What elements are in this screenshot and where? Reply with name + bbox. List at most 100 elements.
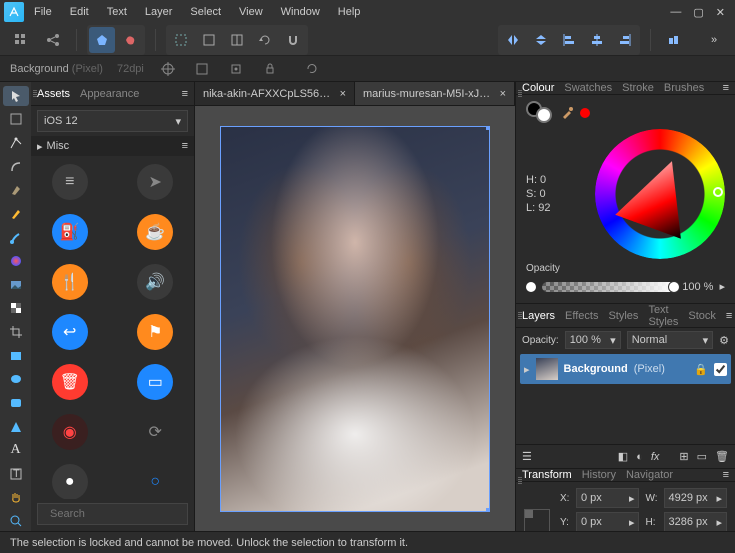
corner-tool[interactable] — [3, 157, 29, 177]
menu-view[interactable]: View — [239, 6, 263, 18]
grip-icon[interactable] — [518, 90, 522, 98]
resize-corner-icon[interactable] — [192, 59, 212, 79]
align-right-icon[interactable] — [612, 27, 638, 53]
doc-tab-2[interactable]: marius-muresan-M5I-xJeD1Z… × — [355, 82, 515, 105]
align-center-icon[interactable] — [584, 27, 610, 53]
flip-vertical-icon[interactable] — [528, 27, 554, 53]
panel-menu-icon[interactable]: ≡ — [726, 310, 732, 322]
tab-transform[interactable]: Transform — [522, 469, 572, 481]
hamburger-icon[interactable]: ≡ — [52, 164, 88, 200]
layer-row[interactable]: ▸ Background (Pixel) 🔒 — [520, 354, 731, 384]
text-tool[interactable]: A — [3, 440, 29, 460]
add-layer-icon[interactable]: ⊞ — [679, 450, 688, 463]
eyedropper-icon[interactable] — [560, 106, 574, 120]
fx-icon[interactable]: fx — [651, 451, 660, 463]
fill-tool[interactable] — [3, 251, 29, 271]
fuel-icon[interactable]: ⛽ — [52, 214, 88, 250]
section-menu-icon[interactable]: ≡ — [182, 140, 188, 152]
opacity-stepper-icon[interactable]: ▸ — [719, 280, 725, 293]
pencil-tool[interactable] — [3, 204, 29, 224]
dot-small-icon[interactable]: ○ — [137, 464, 173, 499]
archive-icon[interactable]: ▭ — [137, 364, 173, 400]
zoom-tool[interactable] — [3, 511, 29, 531]
grip-icon[interactable] — [33, 90, 37, 98]
adjustment-icon[interactable]: ◐ — [636, 451, 643, 463]
close-tab-icon[interactable]: × — [340, 88, 346, 100]
selection-handle[interactable] — [486, 508, 490, 512]
tab-brushes[interactable]: Brushes — [664, 82, 704, 94]
close-tab-icon[interactable]: × — [500, 88, 506, 100]
crop-tool[interactable] — [3, 322, 29, 342]
doc-tab-1[interactable]: nika-akin-AFXXCpLS56Q-uns… × — [195, 82, 355, 105]
tab-navigator[interactable]: Navigator — [626, 469, 673, 481]
arrange-icon[interactable] — [661, 27, 687, 53]
pen-tool[interactable] — [3, 181, 29, 201]
tab-swatches[interactable]: Swatches — [564, 82, 612, 94]
dot-large-icon[interactable]: ● — [52, 464, 88, 499]
rounded-rect-tool[interactable] — [3, 393, 29, 413]
transparency-tool[interactable] — [3, 299, 29, 319]
viewport[interactable] — [195, 106, 515, 531]
tab-text-styles[interactable]: Text Styles — [648, 304, 678, 328]
share-icon[interactable] — [40, 27, 66, 53]
tab-stock[interactable]: Stock — [688, 310, 716, 322]
mask-icon[interactable]: ◧ — [618, 450, 628, 463]
menu-select[interactable]: Select — [190, 6, 221, 18]
h-input[interactable]: 3286 px▸ — [664, 512, 727, 531]
artboard-tool[interactable] — [3, 110, 29, 130]
spinner-icon[interactable]: ⟳ — [137, 414, 173, 450]
panel-menu-icon[interactable]: ≡ — [723, 82, 729, 94]
asset-preset-dropdown[interactable]: iOS 12▾ — [37, 110, 188, 132]
y-input[interactable]: 0 px▸ — [576, 512, 639, 531]
chevron-right-icon[interactable]: ▸ — [524, 363, 530, 376]
flag-icon[interactable]: ⚑ — [137, 314, 173, 350]
cup-icon[interactable]: ☕ — [137, 214, 173, 250]
panel-menu-icon[interactable]: ≡ — [723, 469, 729, 481]
close-button[interactable]: ✕ — [716, 6, 725, 19]
triangle-tool[interactable] — [3, 417, 29, 437]
tab-colour[interactable]: Colour — [522, 82, 554, 94]
colour-wheel[interactable] — [595, 129, 725, 259]
opacity-slider[interactable] — [542, 282, 676, 292]
search-input[interactable] — [50, 508, 192, 520]
tab-styles[interactable]: Styles — [608, 310, 638, 322]
fork-icon[interactable]: 🍴 — [52, 264, 88, 300]
brush-tool[interactable] — [3, 228, 29, 248]
delete-layer-icon[interactable]: 🗑 — [715, 450, 729, 463]
menu-window[interactable]: Window — [281, 6, 320, 18]
layer-opacity-dropdown[interactable]: 100 %▾ — [565, 331, 621, 349]
grip-icon[interactable] — [518, 477, 522, 485]
swatch-pair[interactable] — [526, 101, 554, 125]
lock-ratio-icon[interactable] — [260, 59, 280, 79]
shape-pentagon-icon[interactable] — [89, 27, 115, 53]
x-input[interactable]: 0 px▸ — [576, 488, 639, 508]
speaker-icon[interactable]: 🔊 — [137, 264, 173, 300]
tab-effects[interactable]: Effects — [565, 310, 598, 322]
tab-assets[interactable]: Assets — [37, 88, 70, 100]
flip-horizontal-icon[interactable] — [500, 27, 526, 53]
reply-icon[interactable]: ↩ — [52, 314, 88, 350]
target-icon[interactable] — [158, 59, 178, 79]
gear-icon[interactable]: ⚙ — [719, 334, 729, 347]
slices-icon[interactable] — [224, 27, 250, 53]
maximize-button[interactable]: ▢ — [693, 6, 703, 19]
text-frame-tool[interactable]: T — [3, 464, 29, 484]
shape-blob-icon[interactable] — [117, 27, 143, 53]
place-image-tool[interactable] — [3, 275, 29, 295]
artboard-icon[interactable] — [196, 27, 222, 53]
panel-menu-icon[interactable]: ≡ — [182, 88, 188, 100]
asset-section-header[interactable]: ▸Misc ≡ — [31, 136, 194, 156]
menu-file[interactable]: File — [34, 6, 52, 18]
menu-help[interactable]: Help — [338, 6, 361, 18]
move-tool[interactable] — [3, 86, 29, 106]
selection-rect-icon[interactable] — [168, 27, 194, 53]
lock-icon[interactable]: 🔒 — [694, 363, 708, 376]
node-tool[interactable] — [3, 133, 29, 153]
menu-layer[interactable]: Layer — [145, 6, 173, 18]
tab-appearance[interactable]: Appearance — [80, 88, 139, 100]
layers-stack-icon[interactable]: ☰ — [522, 450, 532, 463]
trash-icon[interactable]: 🗑 — [52, 364, 88, 400]
magnet-icon[interactable] — [280, 27, 306, 53]
location-arrow-icon[interactable]: ➤ — [137, 164, 173, 200]
colour-chip[interactable] — [580, 108, 590, 118]
